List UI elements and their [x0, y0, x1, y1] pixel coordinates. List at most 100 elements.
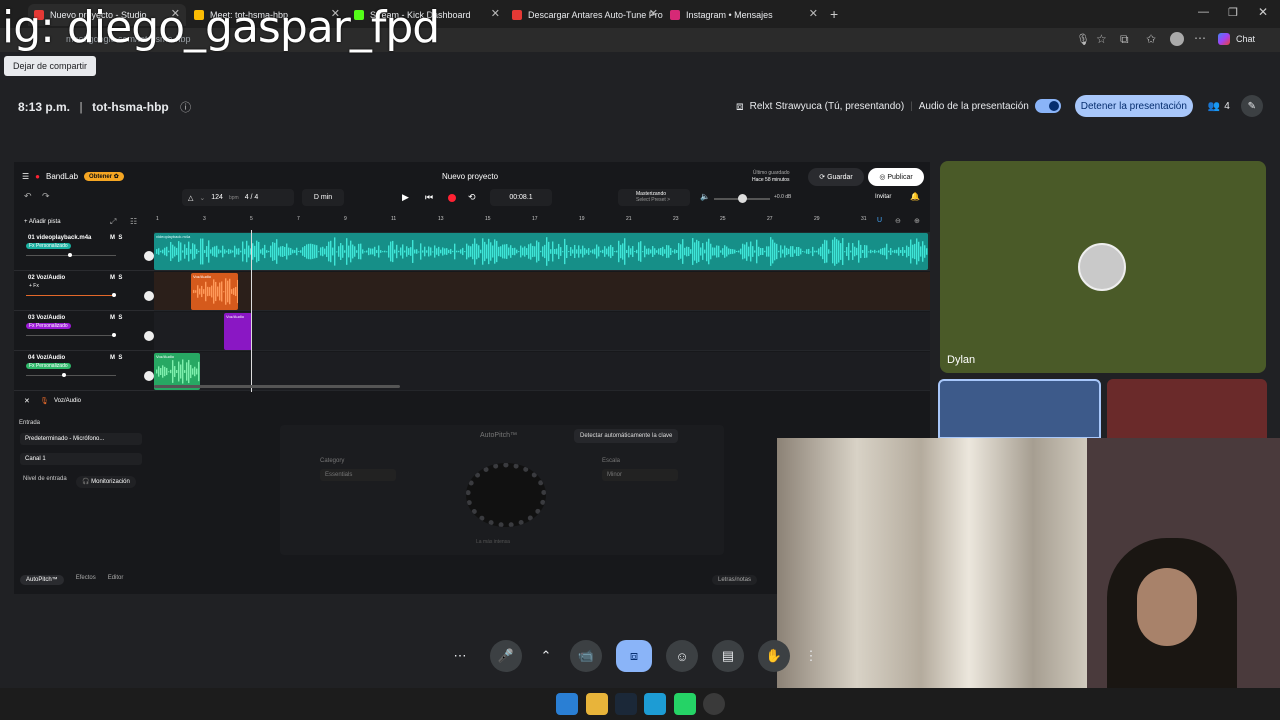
track-volume-fader[interactable] [26, 253, 116, 257]
tempo-meter[interactable]: △ ⌄ 124 bpm 4 / 4 [182, 189, 294, 206]
more-menu-icon[interactable]: ⋯ [1194, 31, 1206, 45]
settings-icon[interactable] [703, 693, 725, 715]
redo-icon[interactable]: ↷ [42, 191, 50, 202]
mute-solo-buttons[interactable]: M S [110, 315, 122, 321]
close-window-icon[interactable]: ✕ [1258, 5, 1268, 19]
camera-button[interactable]: 📹 [570, 640, 602, 672]
channel-select[interactable]: Canal 1 [20, 453, 142, 465]
slider-thumb[interactable] [738, 194, 747, 203]
horizontal-scrollbar[interactable] [154, 385, 400, 388]
edit-icon[interactable]: ✎ [1240, 95, 1263, 117]
file-explorer-icon[interactable] [586, 693, 608, 715]
mic-icon[interactable]: 🎙 [1076, 33, 1090, 46]
tab-antares[interactable]: Descargar Antares Auto-Tune Pro ✕ [506, 4, 664, 26]
track-volume-fader[interactable] [26, 293, 116, 297]
fx-tag[interactable]: + Fx [26, 283, 42, 289]
obtain-button[interactable]: Obtener ✿ [84, 172, 124, 181]
record-icon[interactable] [448, 194, 456, 202]
zoom-out-icon[interactable]: ⊖ [895, 217, 901, 225]
participant-tile-dylan[interactable]: Dylan [940, 161, 1266, 373]
pan-knob[interactable] [144, 291, 154, 301]
autopitch-dial[interactable] [466, 463, 546, 527]
maximize-icon[interactable]: ❐ [1228, 6, 1238, 19]
fader-thumb[interactable] [68, 253, 72, 257]
fx-tag[interactable]: Fx Personalizado [26, 243, 71, 249]
raise-hand-button[interactable]: ✋ [758, 640, 790, 672]
pan-knob[interactable] [144, 251, 154, 261]
timeline-ruler[interactable]: 1 3 5 7 9 11 13 15 17 19 21 23 25 27 29 31 [154, 214, 930, 226]
track-header-2[interactable]: 02 Voz/Audio M S + Fx [14, 272, 162, 311]
monitoring-button[interactable]: 🎧 Monitorización [76, 476, 136, 488]
new-tab-button[interactable]: + [830, 6, 838, 22]
magnet-icon[interactable]: U [877, 217, 882, 224]
track-volume-fader[interactable] [26, 333, 116, 337]
tab-autopitch[interactable]: AutoPitch™ [20, 575, 64, 585]
fx-tag[interactable]: Fx Personalizado [26, 363, 71, 369]
key-selector[interactable]: D min [302, 189, 344, 206]
present-screen-button[interactable]: ⧈ [616, 640, 652, 672]
info-icon[interactable]: ⓘ [180, 102, 191, 114]
add-track-button[interactable]: + Añadir pista [24, 219, 61, 225]
master-volume-slider[interactable] [714, 194, 770, 203]
loop-icon[interactable]: ⟲ [468, 192, 476, 203]
close-tab-icon[interactable]: ✕ [491, 7, 500, 20]
invite-button[interactable]: Invitar [875, 194, 891, 200]
bell-icon[interactable]: 🔔 [910, 192, 920, 201]
audio-toggle[interactable] [1034, 99, 1061, 113]
close-tab-icon[interactable]: ✕ [809, 7, 818, 20]
mute-solo-buttons[interactable]: M S [110, 235, 122, 241]
filter-icon[interactable]: ☷ [130, 217, 137, 226]
fader-thumb[interactable] [112, 293, 116, 297]
more-options-icon[interactable]: ⋯ [444, 640, 476, 672]
pan-knob[interactable] [144, 371, 154, 381]
category-select[interactable]: Essentials [320, 469, 396, 481]
fader-thumb[interactable] [62, 373, 66, 377]
steam-icon[interactable] [615, 693, 637, 715]
track-header-4[interactable]: 04 Voz/Audio M S Fx Personalizado [14, 352, 162, 391]
more-vert-icon[interactable]: ⋮ [804, 640, 818, 672]
playhead[interactable] [251, 230, 252, 392]
input-device-select[interactable]: Predeterminado - Micrófono... [20, 433, 142, 445]
chevron-up-icon[interactable]: ⌃ [536, 640, 556, 672]
undo-icon[interactable]: ↶ [24, 191, 32, 202]
profile-avatar[interactable] [1170, 32, 1184, 46]
scale-select[interactable]: Minor [602, 469, 678, 481]
save-button[interactable]: ⟳ Guardar [808, 168, 864, 186]
favorites-icon[interactable]: ✩ [1146, 32, 1156, 46]
metronome-icon[interactable]: △ [188, 194, 193, 202]
tab-instagram[interactable]: Instagram • Mensajes ✕ [664, 4, 824, 26]
hamburger-menu-icon[interactable]: ☰ [22, 172, 29, 181]
participant-tile-self[interactable] [938, 379, 1101, 439]
audio-clip-videoplayback[interactable]: videoplayback.m4a [154, 233, 928, 270]
fader-thumb[interactable] [112, 333, 116, 337]
tab-editor[interactable]: Editor [108, 575, 124, 585]
chat-button[interactable]: Chat [1236, 34, 1255, 44]
extensions-icon[interactable]: ⧉ [1120, 32, 1129, 47]
fx-tag[interactable]: Fx Personalizado [26, 323, 71, 329]
whatsapp-icon[interactable] [674, 693, 696, 715]
microphone-button[interactable]: 🎤 [490, 640, 522, 672]
emoji-button[interactable]: ☺ [666, 640, 698, 672]
participant-tile[interactable] [1107, 379, 1267, 439]
play-icon[interactable]: ▶ [402, 192, 409, 203]
participants-button[interactable]: 👥 4 [1203, 95, 1235, 117]
minimize-icon[interactable]: — [1198, 6, 1209, 18]
track-volume-fader[interactable] [26, 373, 116, 377]
track-lane-3[interactable] [154, 312, 930, 351]
publish-button[interactable]: ◎ Publicar [868, 168, 924, 186]
zoom-in-icon[interactable]: ⊕ [914, 217, 920, 225]
stop-sharing-button[interactable]: Dejar de compartir [4, 56, 97, 76]
tool-icon[interactable]: ⤢ [110, 217, 116, 227]
close-tab-icon[interactable]: ✕ [649, 7, 658, 20]
start-icon[interactable] [556, 693, 578, 715]
captions-button[interactable]: ▤ [712, 640, 744, 672]
mute-solo-buttons[interactable]: M S [110, 275, 122, 281]
pan-knob[interactable] [144, 331, 154, 341]
track-header-1[interactable]: 01 videoplayback.m4a M S Fx Personalizad… [14, 232, 162, 271]
rewind-icon[interactable]: ⏮ [425, 192, 433, 203]
bookmark-star-icon[interactable]: ☆ [1096, 32, 1107, 46]
detect-key-button[interactable]: Detectar automáticamente la clave [574, 429, 679, 443]
stop-presenting-button[interactable]: Detener la presentación [1074, 95, 1193, 117]
audio-clip-voz-2[interactable]: Voz/Audio [191, 273, 238, 310]
edge-icon[interactable] [644, 693, 666, 715]
